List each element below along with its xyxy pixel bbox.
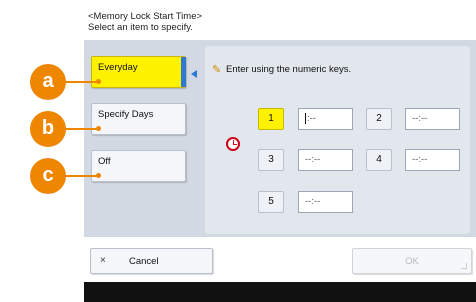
time-slot-5-field[interactable]: --:-- [298,191,353,213]
ok-label: OK [405,256,419,267]
option-off-label: Off [98,156,111,167]
instruction-text: Enter using the numeric keys. [226,64,352,75]
screen-subtitle: Select an item to specify. [88,22,193,33]
selection-pointer-icon [191,70,197,78]
cancel-button[interactable]: × Cancel [90,248,213,274]
clock-icon [226,137,240,151]
time-slot-5-value: --:-- [305,196,321,207]
time-slot-4-key[interactable]: 4 [366,149,392,171]
time-slot-3-value: --:-- [305,154,321,165]
pen-icon: ✎ [212,64,222,76]
callout-c-dot [96,173,101,178]
time-slot-5-key[interactable]: 5 [258,191,284,213]
time-slot-3-field[interactable]: --:-- [298,149,353,171]
option-specify-days-button[interactable]: Specify Days [91,103,186,135]
callout-a-leader [62,81,98,83]
callout-a-dot [96,79,101,84]
text-cursor [305,112,306,124]
option-off-button[interactable]: Off [91,150,186,182]
time-slot-2-key[interactable]: 2 [366,108,392,130]
callout-a-badge: a [30,64,66,100]
cancel-label: Cancel [129,256,159,267]
option-everyday-button[interactable]: Everyday [91,56,186,88]
corner-mark-icon [461,263,467,269]
option-everyday-label: Everyday [98,62,138,73]
callout-b-leader [62,128,98,130]
ok-button[interactable]: OK [352,248,472,274]
time-slot-4-value: --:-- [412,154,428,165]
time-slot-2-field[interactable]: --:-- [405,108,460,130]
close-icon: × [100,255,106,266]
time-slot-1-field[interactable]: :-- [298,108,353,130]
callout-b-badge: b [30,111,66,147]
time-slot-1-value: :-- [307,113,316,124]
option-specify-days-label: Specify Days [98,109,154,120]
bottom-status-bar [84,282,476,302]
callout-c-badge: c [30,158,66,194]
time-slot-2-value: --:-- [412,113,428,124]
callout-b-dot [96,126,101,131]
callout-c-leader [62,175,98,177]
time-slot-3-key[interactable]: 3 [258,149,284,171]
time-slot-1-key[interactable]: 1 [258,108,284,130]
time-slot-4-field[interactable]: --:-- [405,149,460,171]
